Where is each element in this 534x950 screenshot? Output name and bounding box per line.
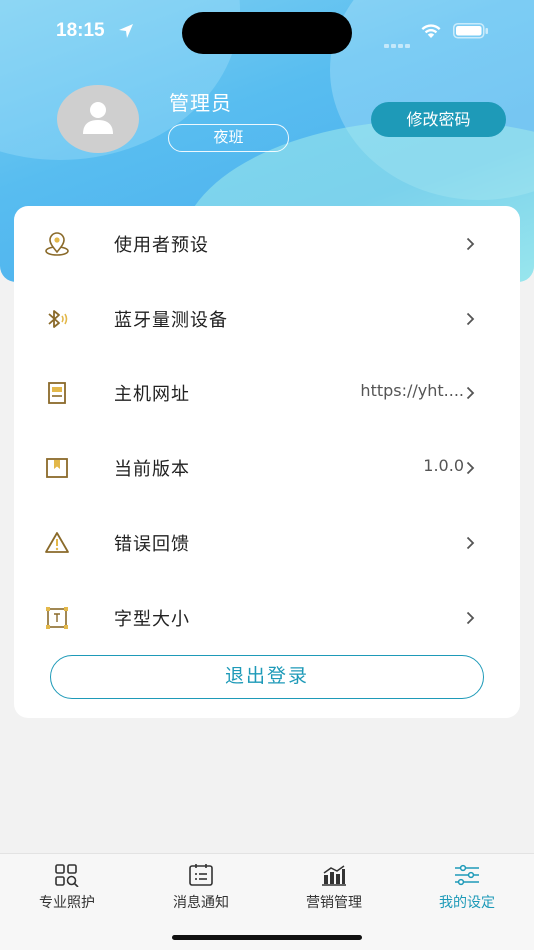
settings-item-value: 1.0.0 bbox=[423, 456, 464, 475]
sliders-icon bbox=[455, 864, 479, 886]
settings-item-font-size[interactable]: 字型大小 bbox=[14, 588, 520, 648]
signal-icon bbox=[384, 34, 410, 53]
settings-item-label: 当前版本 bbox=[114, 459, 190, 480]
user-name: 管理员 bbox=[169, 91, 232, 115]
user-icon bbox=[83, 102, 113, 134]
settings-item-user-preset[interactable]: 使用者预设 bbox=[14, 214, 520, 274]
battery-icon bbox=[453, 23, 489, 43]
dynamic-island bbox=[182, 12, 352, 54]
status-time: 18:15 bbox=[56, 20, 105, 41]
tab-label: 我的设定 bbox=[439, 895, 495, 911]
font-size-icon bbox=[44, 606, 70, 630]
tab-marketing[interactable]: 营销管理 bbox=[267, 854, 401, 924]
calendar-list-icon bbox=[189, 864, 213, 886]
settings-item-label: 字型大小 bbox=[114, 609, 190, 630]
settings-item-current-version[interactable]: 当前版本 1.0.0 bbox=[14, 438, 520, 498]
bluetooth-icon bbox=[44, 307, 70, 331]
chevron-right-icon bbox=[466, 535, 475, 554]
chevron-right-icon bbox=[466, 236, 475, 255]
settings-item-host-url[interactable]: 主机网址 https://yht.... bbox=[14, 363, 520, 423]
settings-item-label: 主机网址 bbox=[114, 384, 190, 405]
settings-card: 使用者预设 蓝牙量测设备 主机网址 https://yht.... 当前版本 1… bbox=[14, 206, 520, 718]
tab-professional-care[interactable]: 专业照护 bbox=[0, 854, 134, 924]
settings-item-label: 使用者预设 bbox=[114, 235, 209, 256]
location-arrow-icon bbox=[118, 23, 134, 43]
chevron-right-icon bbox=[466, 460, 475, 479]
status-bar: 18:15 bbox=[0, 0, 534, 60]
wifi-icon bbox=[420, 22, 442, 44]
home-indicator[interactable] bbox=[172, 935, 362, 940]
tab-label: 营销管理 bbox=[306, 895, 362, 911]
settings-item-bluetooth-device[interactable]: 蓝牙量测设备 bbox=[14, 289, 520, 349]
tab-label: 专业照护 bbox=[39, 895, 95, 911]
tab-notifications[interactable]: 消息通知 bbox=[134, 854, 268, 924]
settings-item-label: 蓝牙量测设备 bbox=[114, 310, 228, 331]
settings-item-value: https://yht.... bbox=[360, 381, 464, 400]
shift-badge: 夜班 bbox=[168, 124, 289, 152]
chevron-right-icon bbox=[466, 311, 475, 330]
grid-search-icon bbox=[55, 864, 79, 887]
logout-button[interactable]: 退出登录 bbox=[50, 655, 484, 699]
location-pin-icon bbox=[44, 232, 70, 256]
settings-item-label: 错误回馈 bbox=[114, 534, 190, 555]
chevron-right-icon bbox=[466, 385, 475, 404]
tab-label: 消息通知 bbox=[173, 895, 229, 911]
settings-item-error-feedback[interactable]: 错误回馈 bbox=[14, 513, 520, 573]
tab-my-settings[interactable]: 我的设定 bbox=[400, 854, 534, 924]
change-password-button[interactable]: 修改密码 bbox=[371, 102, 506, 137]
bookmark-icon bbox=[44, 456, 70, 480]
avatar[interactable] bbox=[57, 85, 139, 153]
server-icon bbox=[44, 381, 70, 405]
chevron-right-icon bbox=[466, 610, 475, 629]
bar-chart-icon bbox=[322, 865, 346, 886]
warning-icon bbox=[44, 531, 70, 555]
